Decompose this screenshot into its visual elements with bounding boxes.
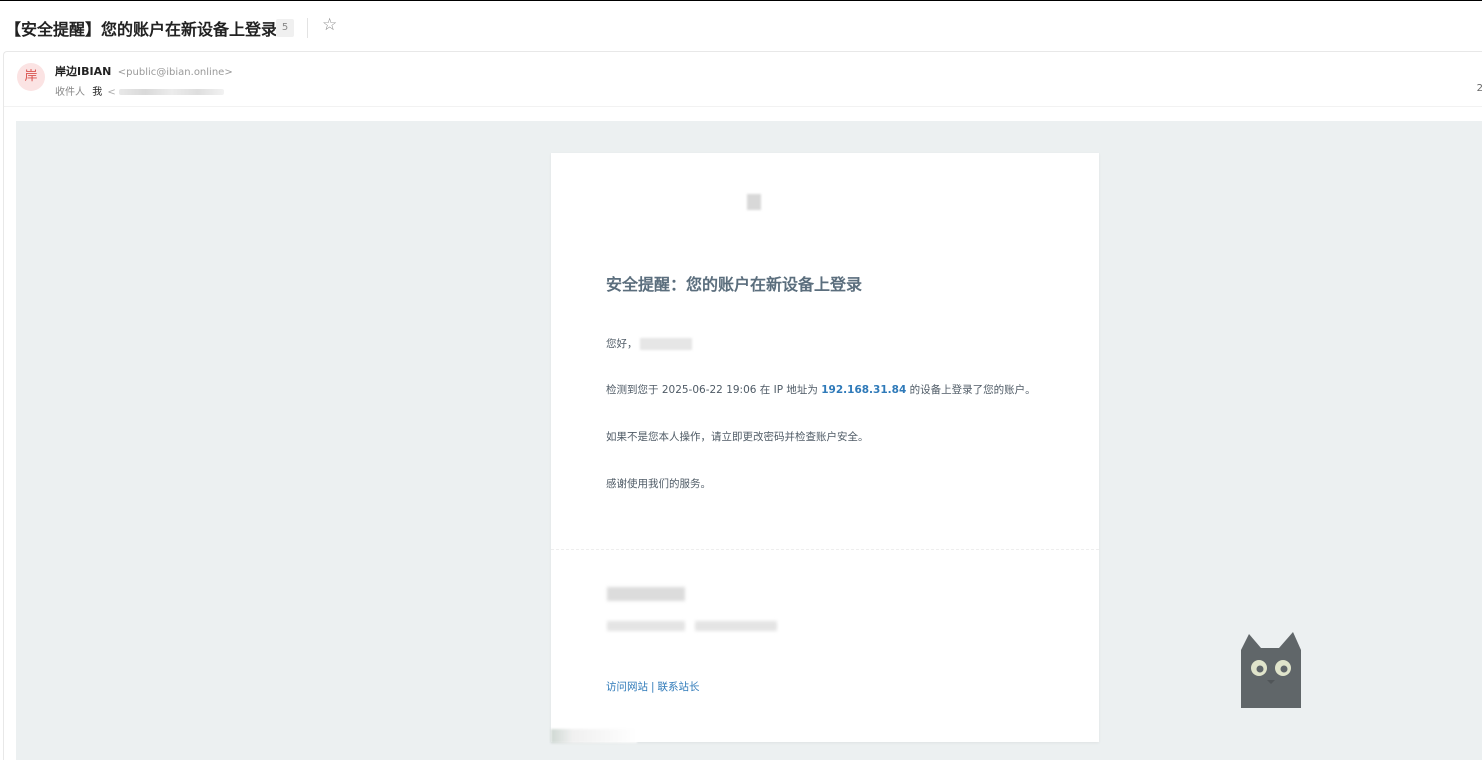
recipient-me[interactable]: 我 <box>92 87 102 98</box>
subject-divider <box>307 18 308 38</box>
mail-subject: 【安全提醒】您的账户在新设备上登录 <box>5 20 278 39</box>
ip-address: 192.168.31.84 <box>821 384 907 396</box>
site-logo-redacted <box>747 194 761 210</box>
mail-date: 2 <box>1476 83 1482 94</box>
greeting-text: 您好， <box>606 338 638 350</box>
warning-paragraph: 如果不是您本人操作，请立即更改密码并检查账户安全。 <box>606 431 869 443</box>
sender-name[interactable]: 岸边IBIAN <box>55 65 111 78</box>
footer-info-redacted-2 <box>695 621 777 631</box>
footer-divider <box>551 549 1099 550</box>
sender-email[interactable]: <public@ibian.online> <box>118 67 233 78</box>
footer-site-name-redacted <box>607 587 685 601</box>
sender-line: 岸边IBIAN <public@ibian.online> <box>55 63 233 79</box>
greeting-paragraph: 您好， <box>606 336 692 351</box>
subject-bar: 【安全提醒】您的账户在新设备上登录 5 ☆ <box>0 1 1482 51</box>
recipient-email-redacted <box>118 89 224 95</box>
login-detection-paragraph: 检测到您于 2025-06-22 19:06 在 IP 地址为 192.168.… <box>606 382 1036 397</box>
card-corner-redacted <box>551 729 637 743</box>
username-redacted <box>639 338 692 350</box>
conversation-count-badge: 5 <box>276 19 294 37</box>
footer-info-redacted-1 <box>607 621 685 631</box>
link-separator: | <box>651 681 655 693</box>
sender-avatar[interactable]: 岸 <box>17 63 45 91</box>
cat-watermark-icon <box>1241 632 1301 708</box>
footer-links: 访问网站 | 联系站长 <box>606 679 700 694</box>
detect-suffix: 的设备上登录了您的账户。 <box>906 384 1036 396</box>
recipient-label: 收件人 <box>55 87 85 98</box>
star-icon[interactable]: ☆ <box>322 15 337 35</box>
contact-admin-link[interactable]: 联系站长 <box>658 681 700 693</box>
thanks-paragraph: 感谢使用我们的服务。 <box>606 478 711 490</box>
recipient-line: 收件人 我 < <box>55 83 224 98</box>
visit-site-link[interactable]: 访问网站 <box>606 681 648 693</box>
email-heading: 安全提醒：您的账户在新设备上登录 <box>606 275 863 294</box>
recipient-email-prefix: < <box>107 87 116 98</box>
email-content-card: 安全提醒：您的账户在新设备上登录 您好， 检测到您于 2025-06-22 19… <box>551 153 1099 743</box>
detect-prefix: 检测到您于 2025-06-22 19:06 在 IP 地址为 <box>606 384 822 396</box>
mail-header: 岸 岸边IBIAN <public@ibian.online> 收件人 我 < … <box>4 52 1482 107</box>
